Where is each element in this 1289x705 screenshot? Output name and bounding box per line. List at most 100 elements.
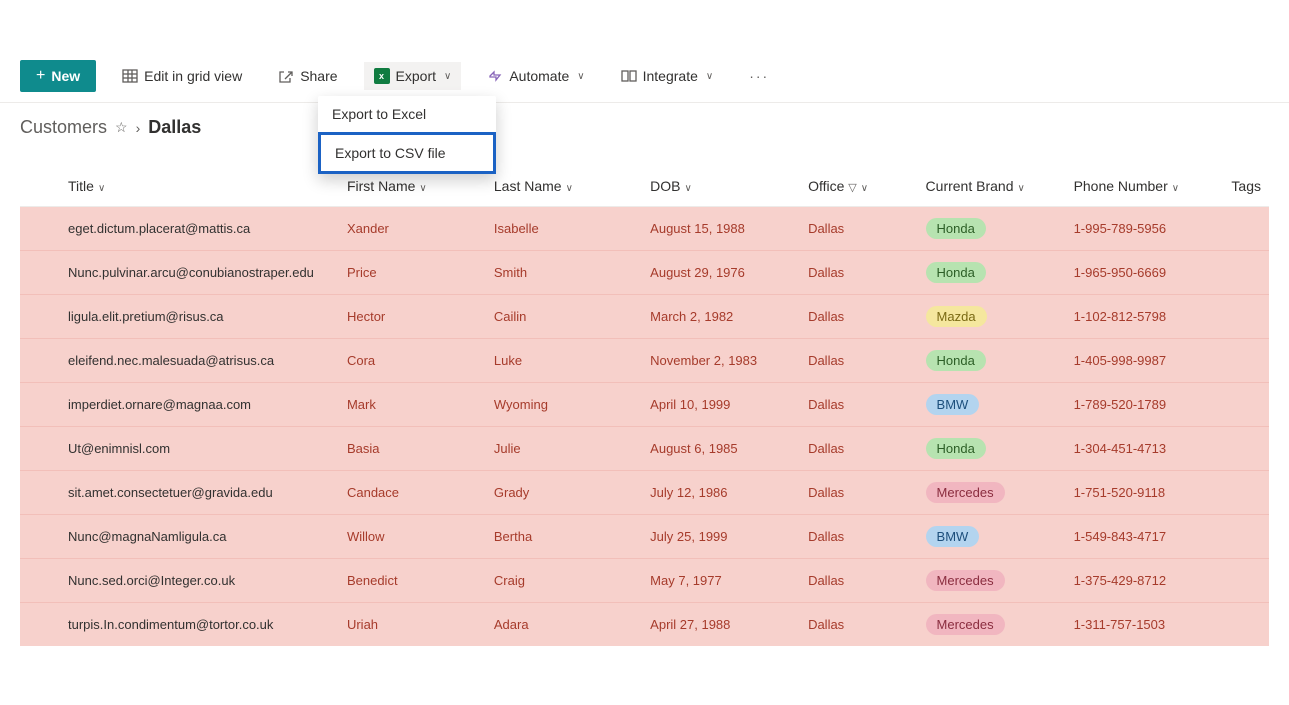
chevron-down-icon: ∨ (1017, 183, 1024, 194)
brand-pill: Mercedes (926, 482, 1005, 503)
cell-first-name: Uriah (339, 603, 486, 647)
cell-brand: Honda (918, 251, 1066, 295)
col-phone[interactable]: Phone Number∨ (1066, 168, 1224, 207)
col-office[interactable]: Office ▽∨ (800, 168, 917, 207)
cell-office: Dallas (800, 383, 917, 427)
cell-dob: March 2, 1982 (642, 295, 800, 339)
cell-brand: Mazda (918, 295, 1066, 339)
table-row[interactable]: Nunc.pulvinar.arcu@conubianostraper.eduP… (20, 251, 1269, 295)
col-dob[interactable]: DOB∨ (642, 168, 800, 207)
table-row[interactable]: Nunc@magnaNamligula.caWillowBerthaJuly 2… (20, 515, 1269, 559)
table-row[interactable]: eget.dictum.placerat@mattis.caXanderIsab… (20, 207, 1269, 251)
cell-dob: August 29, 1976 (642, 251, 800, 295)
table-row[interactable]: sit.amet.consectetuer@gravida.eduCandace… (20, 471, 1269, 515)
favorite-star-icon[interactable]: ☆ (115, 119, 128, 136)
cell-last-name: Julie (486, 427, 642, 471)
cell-first-name: Willow (339, 515, 486, 559)
export-excel-item[interactable]: Export to Excel (318, 96, 496, 132)
cell-office: Dallas (800, 339, 917, 383)
cell-last-name: Craig (486, 559, 642, 603)
cell-brand: Mercedes (918, 559, 1066, 603)
integrate-label: Integrate (643, 68, 698, 84)
cell-phone: 1-751-520-9118 (1066, 471, 1224, 515)
chevron-down-icon: ∨ (577, 71, 584, 82)
cell-brand: BMW (918, 383, 1066, 427)
table-row[interactable]: imperdiet.ornare@magnaa.comMarkWyomingAp… (20, 383, 1269, 427)
cell-last-name: Isabelle (486, 207, 642, 251)
breadcrumb: Customers ☆ › Dallas (0, 103, 1289, 148)
cell-last-name: Cailin (486, 295, 642, 339)
cell-dob: April 10, 1999 (642, 383, 800, 427)
table-row[interactable]: Ut@enimnisl.comBasiaJulieAugust 6, 1985D… (20, 427, 1269, 471)
cell-dob: May 7, 1977 (642, 559, 800, 603)
table-row[interactable]: Nunc.sed.orci@Integer.co.ukBenedictCraig… (20, 559, 1269, 603)
share-button[interactable]: Share (268, 62, 347, 90)
cell-office: Dallas (800, 251, 917, 295)
cell-title: Ut@enimnisl.com (20, 427, 339, 471)
export-csv-item[interactable]: Export to CSV file (318, 132, 496, 174)
cell-tags (1223, 603, 1269, 647)
automate-label: Automate (509, 68, 569, 84)
cell-office: Dallas (800, 515, 917, 559)
brand-pill: Mercedes (926, 570, 1005, 591)
table-row[interactable]: ligula.elit.pretium@risus.caHectorCailin… (20, 295, 1269, 339)
integrate-button[interactable]: Integrate ∨ (611, 62, 724, 90)
table-container: Title∨ First Name∨ Last Name∨ DOB∨ Offic… (0, 148, 1289, 646)
table-row[interactable]: eleifend.nec.malesuada@atrisus.caCoraLuk… (20, 339, 1269, 383)
col-last-name[interactable]: Last Name∨ (486, 168, 642, 207)
cell-brand: BMW (918, 515, 1066, 559)
chevron-down-icon: ∨ (98, 183, 105, 194)
cell-first-name: Mark (339, 383, 486, 427)
cell-first-name: Benedict (339, 559, 486, 603)
automate-icon (487, 68, 503, 84)
cell-title: Nunc.pulvinar.arcu@conubianostraper.edu (20, 251, 339, 295)
cell-tags (1223, 559, 1269, 603)
cell-title: sit.amet.consectetuer@gravida.edu (20, 471, 339, 515)
automate-button[interactable]: Automate ∨ (477, 62, 594, 90)
cell-brand: Mercedes (918, 603, 1066, 647)
chevron-down-icon: ∨ (444, 71, 451, 82)
share-icon (278, 68, 294, 84)
brand-pill: Mercedes (926, 614, 1005, 635)
col-title[interactable]: Title∨ (20, 168, 339, 207)
edit-grid-label: Edit in grid view (144, 68, 242, 84)
cell-tags (1223, 427, 1269, 471)
chevron-down-icon: ∨ (566, 183, 573, 194)
table-row[interactable]: turpis.In.condimentum@tortor.co.ukUriahA… (20, 603, 1269, 647)
brand-pill: Honda (926, 438, 986, 459)
cell-dob: April 27, 1988 (642, 603, 800, 647)
export-button[interactable]: x Export ∨ (364, 62, 462, 90)
brand-pill: Honda (926, 262, 986, 283)
cell-phone: 1-304-451-4713 (1066, 427, 1224, 471)
cell-brand: Honda (918, 427, 1066, 471)
grid-icon (122, 68, 138, 84)
cell-office: Dallas (800, 603, 917, 647)
cell-title: eleifend.nec.malesuada@atrisus.ca (20, 339, 339, 383)
col-tags[interactable]: Tags (1223, 168, 1269, 207)
cell-last-name: Adara (486, 603, 642, 647)
cell-office: Dallas (800, 471, 917, 515)
brand-pill: BMW (926, 394, 980, 415)
col-current-brand[interactable]: Current Brand∨ (918, 168, 1066, 207)
chevron-down-icon: ∨ (1172, 183, 1179, 194)
command-bar: + New Edit in grid view Share x Export ∨ (0, 50, 1289, 103)
cell-first-name: Basia (339, 427, 486, 471)
ellipsis-icon: ··· (749, 68, 769, 84)
edit-grid-button[interactable]: Edit in grid view (112, 62, 252, 90)
cell-phone: 1-311-757-1503 (1066, 603, 1224, 647)
cell-tags (1223, 471, 1269, 515)
excel-icon: x (374, 68, 390, 84)
brand-pill: Honda (926, 218, 986, 239)
new-button[interactable]: + New (20, 60, 96, 92)
filter-icon: ▽ (848, 182, 856, 194)
more-actions-button[interactable]: ··· (739, 62, 779, 90)
brand-pill: BMW (926, 526, 980, 547)
breadcrumb-root[interactable]: Customers (20, 117, 107, 138)
table-header-row: Title∨ First Name∨ Last Name∨ DOB∨ Offic… (20, 168, 1269, 207)
cell-last-name: Bertha (486, 515, 642, 559)
brand-pill: Honda (926, 350, 986, 371)
plus-icon: + (36, 67, 45, 85)
cell-office: Dallas (800, 207, 917, 251)
export-dropdown: Export to Excel Export to CSV file (318, 96, 496, 174)
cell-tags (1223, 251, 1269, 295)
